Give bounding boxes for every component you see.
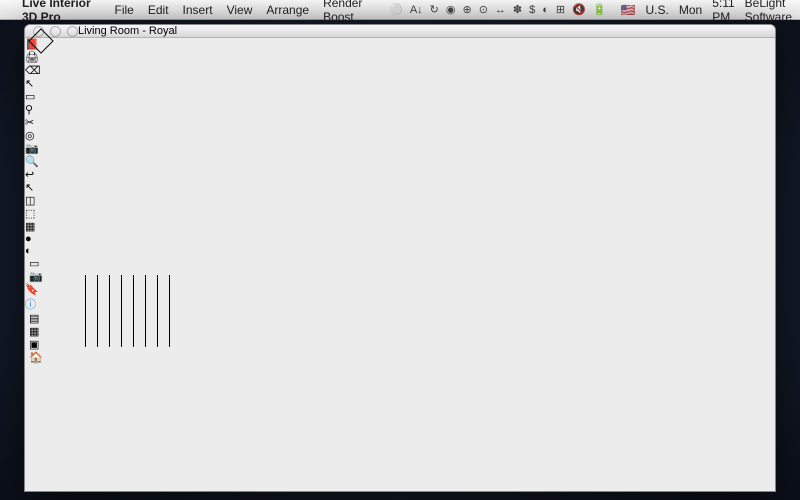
app-window: Living Room - Royal 📕 🖨 ⌫ ↖ ▭ ⚲ ✂ ◎ 📷 🔍 … (24, 24, 776, 492)
status-icon[interactable]: ↻ (430, 3, 439, 16)
zoom-button[interactable] (67, 26, 78, 37)
input-locale[interactable]: U.S. (646, 3, 669, 17)
view-split[interactable]: ◫ (25, 194, 775, 207)
clear-button[interactable]: ⌫ (25, 64, 775, 77)
input-flag-icon[interactable]: 🇺🇸 (621, 3, 636, 17)
status-icon[interactable]: ✽ (513, 3, 522, 16)
menubar-status-icons: ⚪ A↓ ↻ ◉ ⊕ ⊙ ↔ ✽ $ ◐ ⊞ 🔇 🔋 (389, 3, 606, 16)
menu-edit[interactable]: Edit (148, 3, 169, 17)
battery-icon[interactable]: 🔋 (593, 3, 607, 16)
view-select[interactable]: ↖ (25, 181, 775, 194)
app-menu[interactable]: Live Interior 3D Pro (22, 0, 101, 24)
window-titlebar[interactable]: Living Room - Royal (25, 25, 775, 38)
menu-insert[interactable]: Insert (183, 3, 213, 17)
view-3d[interactable]: ▦ (25, 220, 775, 233)
cut-tool[interactable]: ✂ (25, 116, 775, 129)
render-group: ● ◐ (25, 233, 775, 257)
status-icon[interactable]: A↓ (410, 4, 423, 16)
split-view: 815.70 ft 145.95 ft Ground Floor 150% (25, 364, 775, 492)
macos-menubar: Live Interior 3D Pro File Edit Insert Vi… (0, 0, 800, 20)
target-tool[interactable]: ◎ (25, 129, 775, 142)
render-start[interactable]: ● (25, 233, 775, 245)
library-button[interactable]: 📕 (25, 38, 775, 51)
menu-view[interactable]: View (227, 3, 253, 17)
zoom-tool[interactable]: 🔍 (25, 155, 775, 168)
clock-time[interactable]: 5:11 PM (712, 0, 734, 24)
render-settings[interactable]: ◐ (25, 245, 775, 257)
document-title: Living Room - Royal (78, 25, 177, 37)
room-tool[interactable]: ⚲ (25, 103, 775, 116)
undo-button[interactable]: ↩ (25, 168, 775, 181)
menu-file[interactable]: File (115, 3, 134, 17)
wall-tool[interactable]: ▭ (25, 90, 775, 103)
status-icon[interactable]: ⚪ (389, 3, 403, 16)
view-mode-group: ↖ ◫ ⬚ ▦ (25, 181, 775, 233)
window-title: Living Room - Royal (78, 25, 177, 37)
status-icon[interactable]: $ (529, 4, 535, 16)
menu-render-boost[interactable]: Render Boost (323, 0, 375, 24)
status-icon[interactable]: ⊕ (462, 3, 471, 16)
menu-arrange[interactable]: Arrange (266, 3, 309, 17)
status-icon[interactable]: ⊙ (479, 3, 488, 16)
clock-day[interactable]: Mon (679, 3, 702, 17)
camera-tool[interactable]: 📷 (25, 142, 775, 155)
panel-home[interactable]: 🏠 (29, 351, 775, 364)
status-icon[interactable]: ↔ (495, 4, 506, 16)
minimize-button[interactable] (50, 26, 61, 37)
status-icon[interactable]: ◉ (446, 3, 456, 16)
volume-icon[interactable]: 🔇 (572, 3, 586, 16)
status-icon[interactable]: ◐ (542, 4, 549, 16)
select-tool[interactable]: ↖ (25, 77, 775, 90)
view-plan[interactable]: ⬚ (25, 207, 775, 220)
status-icon[interactable]: ⊞ (556, 3, 565, 16)
floor-plan-canvas[interactable]: 815.70 ft 145.95 ft (25, 364, 775, 492)
capture-area[interactable]: ▭ (29, 257, 775, 270)
vendor-menu[interactable]: BeLight Software (745, 0, 792, 24)
plan-pane: 815.70 ft 145.95 ft Ground Floor 150% (25, 364, 775, 492)
print-button[interactable]: 🖨 (25, 51, 775, 64)
